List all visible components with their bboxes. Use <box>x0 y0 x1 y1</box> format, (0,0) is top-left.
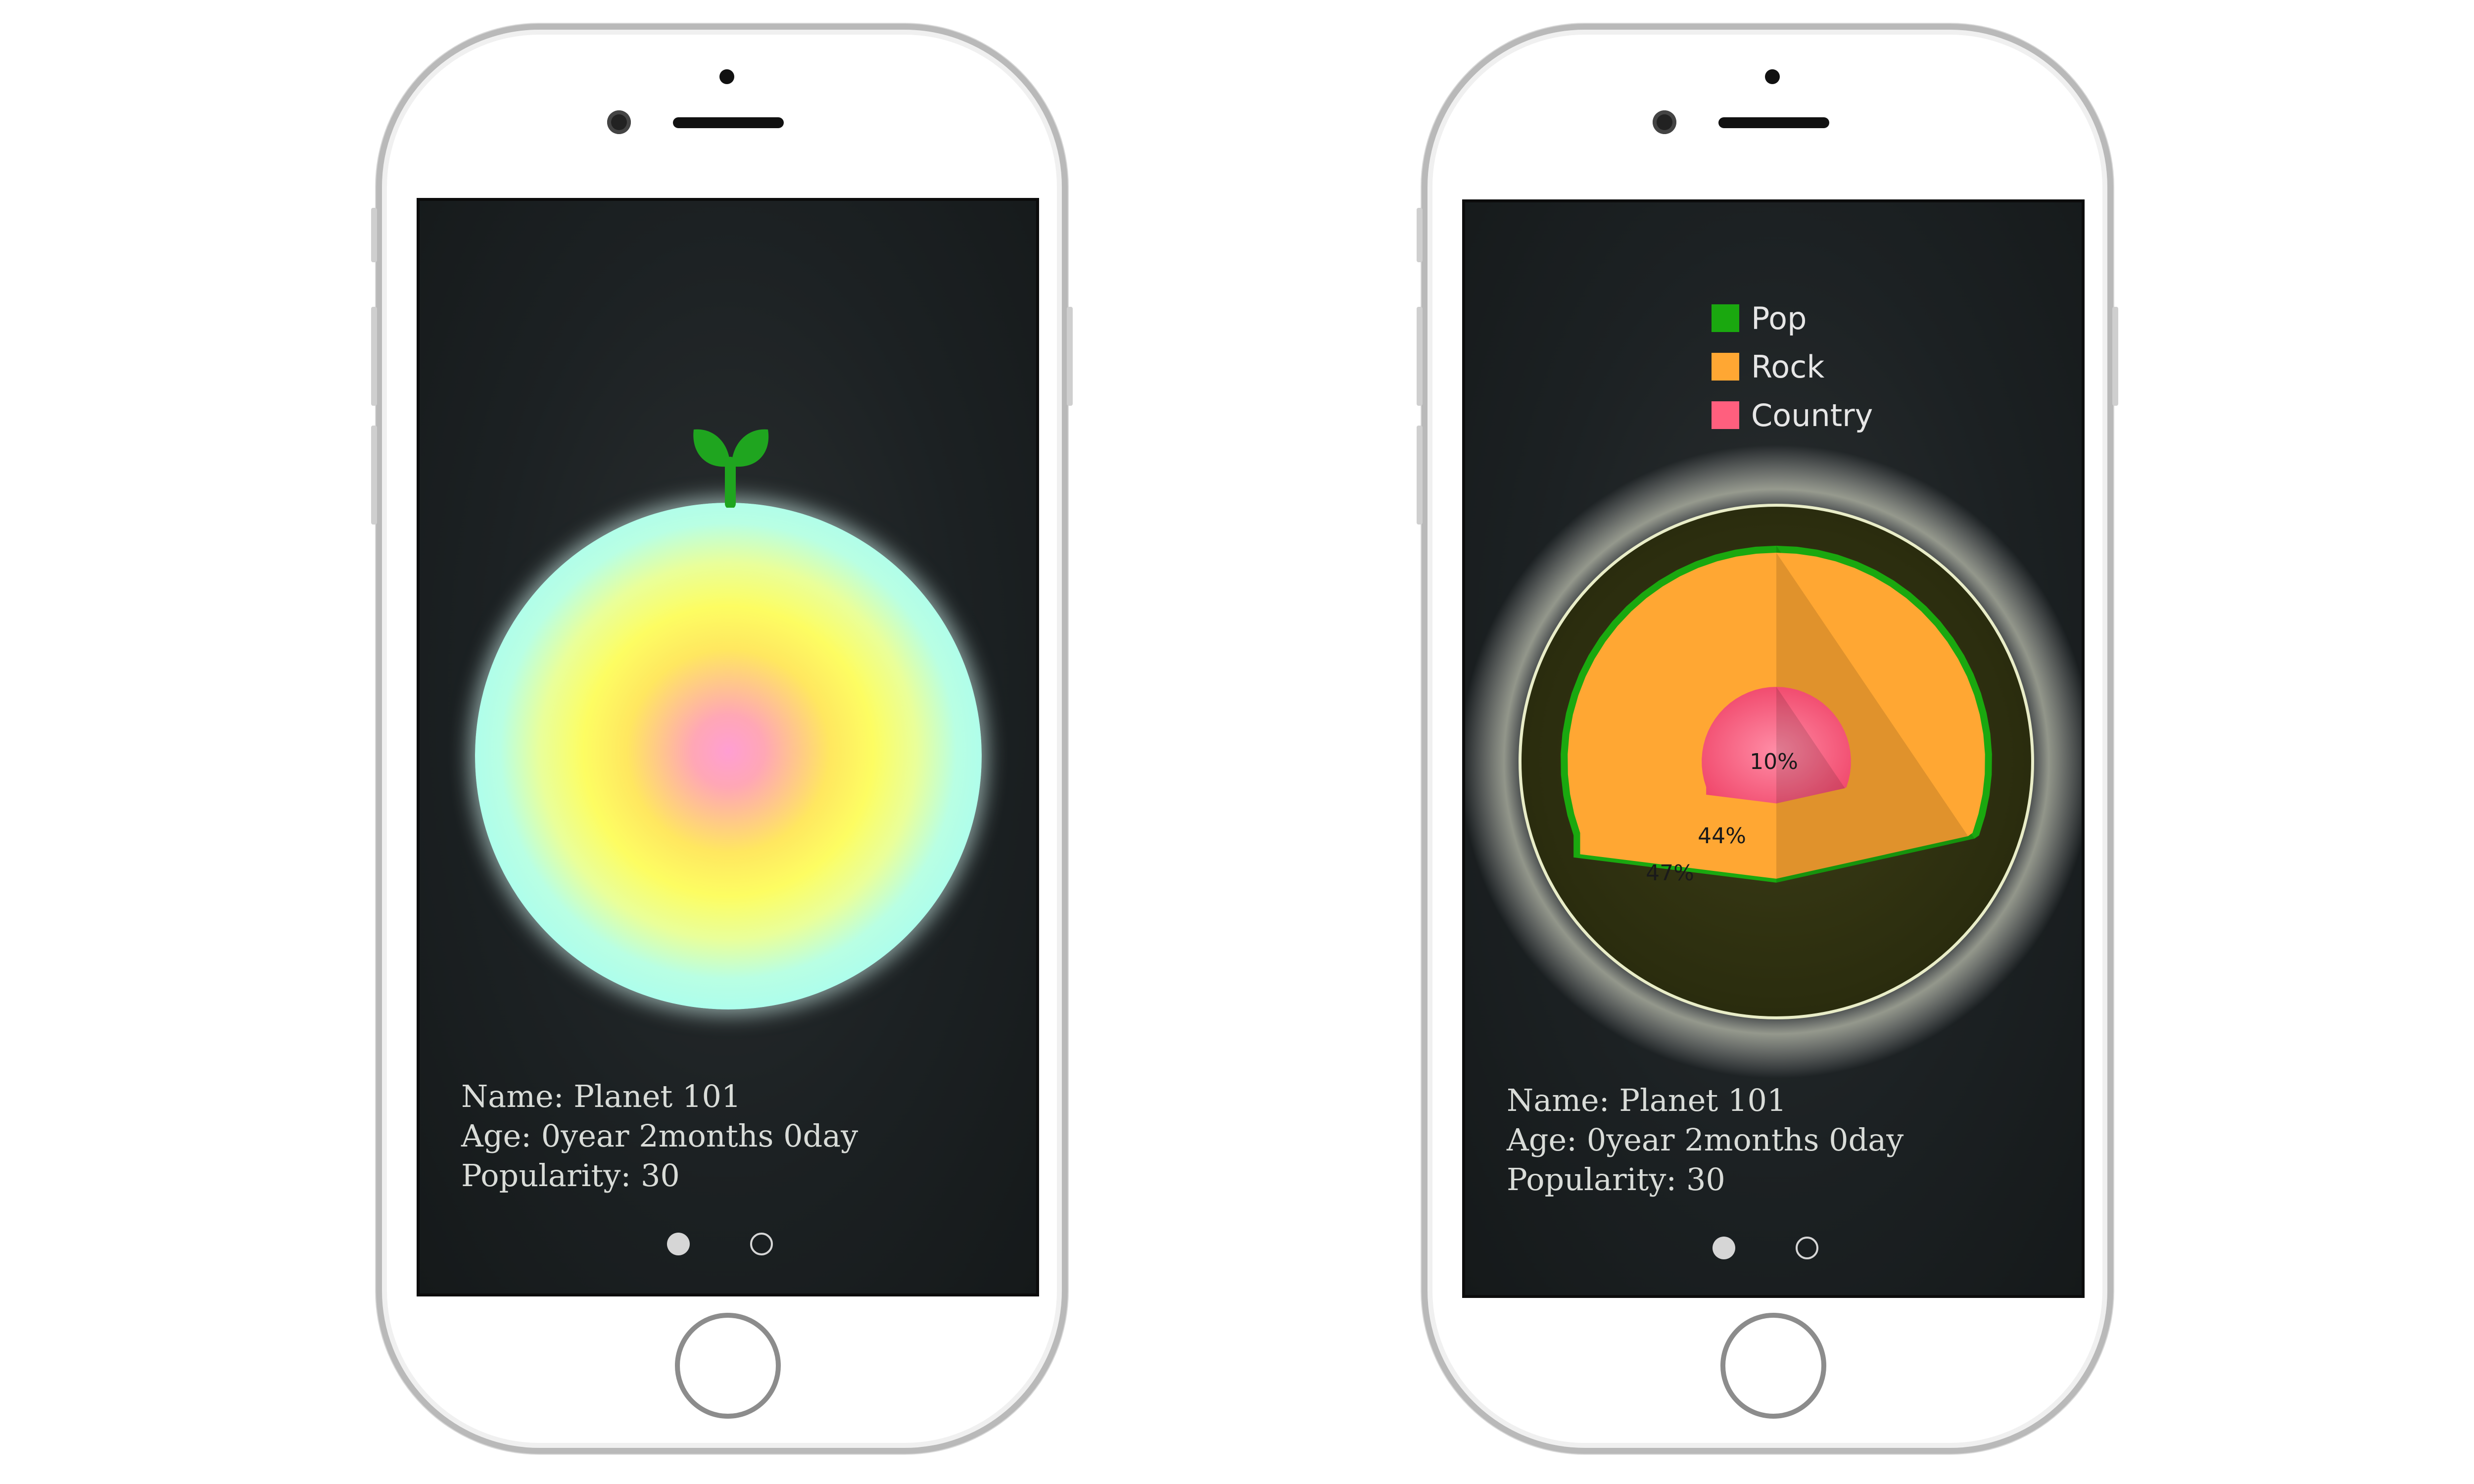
planet-info: Name: Planet 101 Age: 0year 2months 0day… <box>461 1077 858 1196</box>
chart-label-pop: 47% <box>1646 861 1694 886</box>
front-camera <box>607 110 631 134</box>
mute-switch <box>1417 208 1423 262</box>
planet-age: Age: 0year 2months 0day <box>1507 1122 1904 1158</box>
page-indicator <box>420 1233 1036 1262</box>
planet-orb[interactable] <box>475 503 982 1009</box>
volume-down-button <box>371 426 377 525</box>
mockup-stage: Name: Planet 101 Age: 0year 2months 0day… <box>0 0 2474 1484</box>
home-button[interactable] <box>675 1313 781 1419</box>
planet-age: Age: 0year 2months 0day <box>461 1118 858 1154</box>
phone-frame-left: Name: Planet 101 Age: 0year 2months 0day… <box>371 24 1073 1454</box>
planet-name: Name: Planet 101 <box>461 1078 741 1114</box>
page-dot-1[interactable] <box>667 1233 690 1255</box>
planet-popularity: Popularity: 30 <box>461 1157 680 1194</box>
power-button <box>1067 307 1073 406</box>
page-dot-2[interactable] <box>1796 1237 1818 1259</box>
page-indicator <box>1465 1237 2082 1266</box>
volume-up-button <box>371 307 377 406</box>
chart-label-rock: 44% <box>1698 823 1746 849</box>
proximity-sensor <box>1765 69 1780 84</box>
page-dot-1[interactable] <box>1713 1237 1735 1259</box>
screen-genre-view: Pop Rock Country 47% 44% 10% Name: Plane… <box>1462 199 2085 1298</box>
mute-switch <box>371 208 377 262</box>
volume-up-button <box>1417 307 1423 406</box>
page-dot-2[interactable] <box>750 1233 773 1255</box>
planet-popularity: Popularity: 30 <box>1507 1161 1725 1197</box>
front-camera <box>1653 110 1676 134</box>
power-button <box>2112 307 2118 406</box>
phone-frame-right: Pop Rock Country 47% 44% 10% Name: Plane… <box>1417 24 2118 1454</box>
earpiece-speaker <box>1718 117 1829 128</box>
planet-name: Name: Planet 101 <box>1507 1082 1787 1118</box>
planet-info: Name: Planet 101 Age: 0year 2months 0day… <box>1507 1081 1903 1199</box>
sprout-icon <box>693 429 769 508</box>
proximity-sensor <box>719 69 734 84</box>
screen-planet-view: Name: Planet 101 Age: 0year 2months 0day… <box>417 198 1039 1296</box>
chart-label-country: 10% <box>1750 749 1798 774</box>
earpiece-speaker <box>673 117 784 128</box>
volume-down-button <box>1417 426 1423 525</box>
home-button[interactable] <box>1720 1313 1826 1419</box>
